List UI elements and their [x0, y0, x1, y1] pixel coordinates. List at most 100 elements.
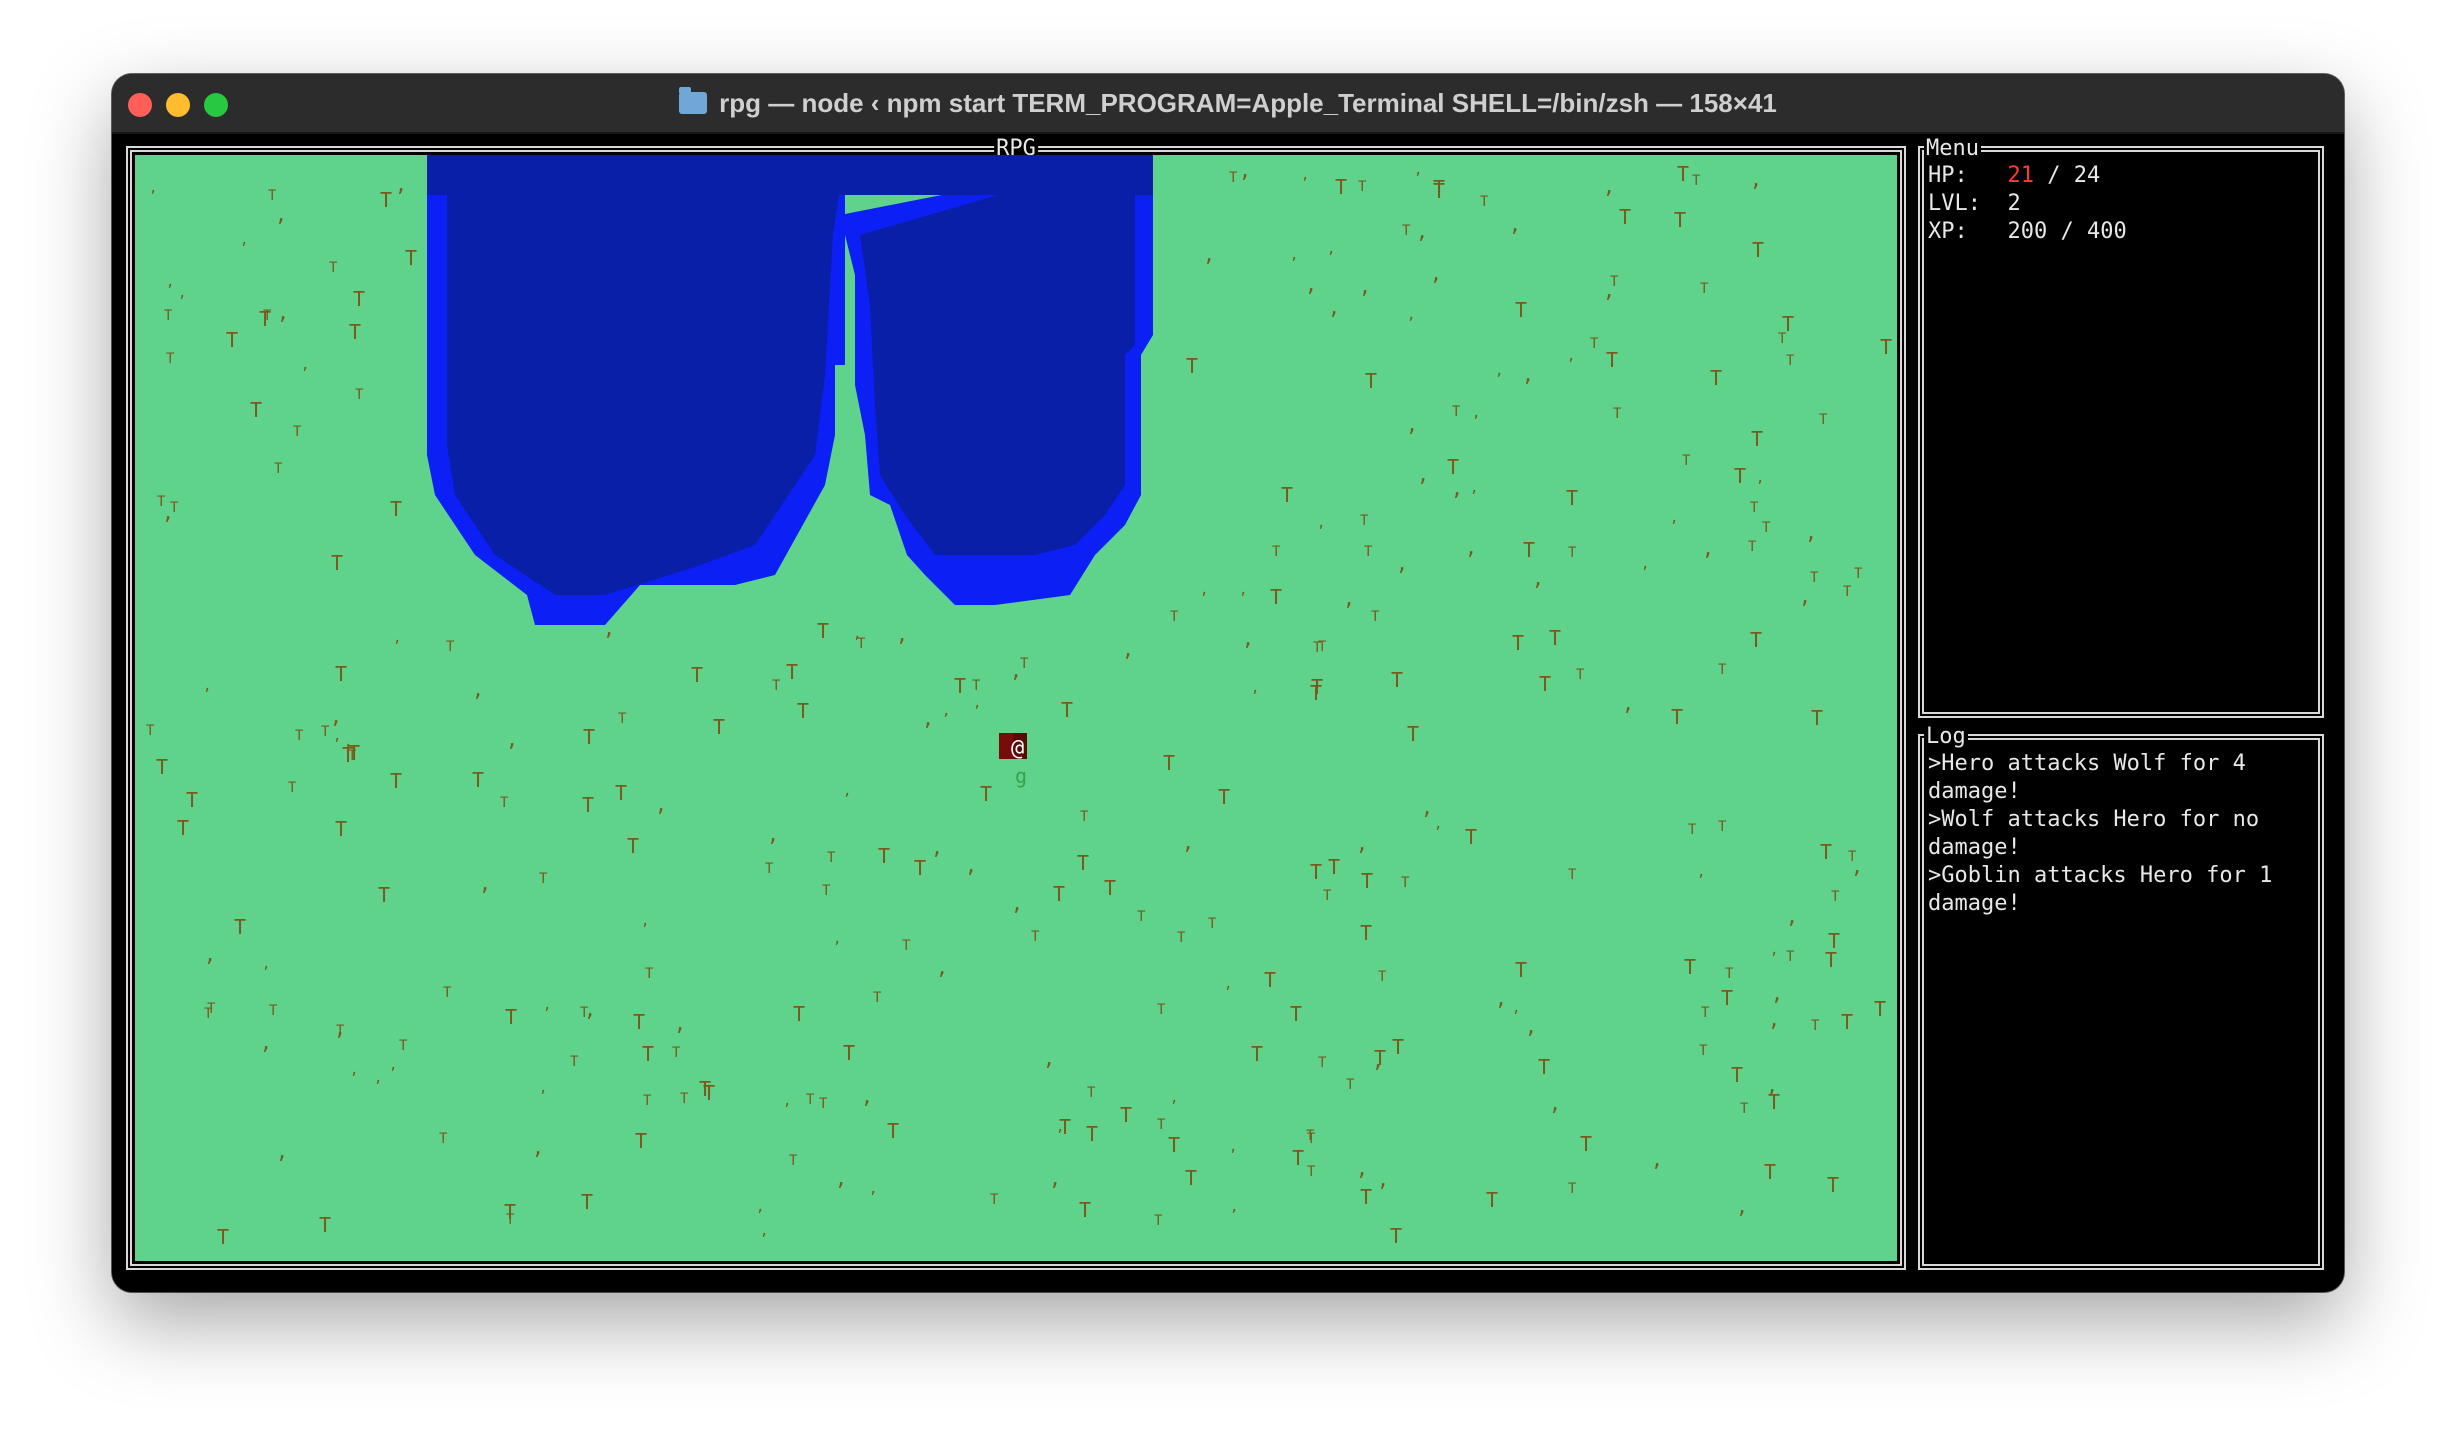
tree-glyph: T: [1811, 1018, 1820, 1034]
tree-glyph: ,: [262, 956, 270, 972]
game-map[interactable]: T T,, T T T, T T T,,,, T T, T T T T T T T T, T, T T, T T, T, T T T…: [135, 155, 1897, 1261]
tree-glyph: T: [288, 780, 297, 796]
tree-glyph: ,: [896, 622, 908, 646]
tree-glyph: T: [380, 188, 392, 212]
tree-glyph: ,: [584, 997, 596, 1021]
tree-glyph: T: [827, 850, 836, 866]
tree-glyph: ,: [1756, 470, 1764, 486]
tree-glyph: ,: [931, 835, 943, 859]
tree-glyph: ,: [1697, 864, 1705, 880]
tree-glyph: T: [443, 985, 452, 1001]
log-panel: Log >Hero attacks Wolf for 4 damage! >Wo…: [1918, 726, 2324, 1270]
tree-glyph: T: [1374, 1046, 1386, 1070]
log-line: >Wolf attacks Hero for no damage!: [1928, 807, 2260, 860]
xp-row: XP: 200 / 400: [1928, 218, 2127, 246]
tree-glyph: ,: [1417, 462, 1429, 486]
tree-glyph: ,: [1301, 167, 1309, 183]
tree-glyph: ,: [1343, 586, 1355, 610]
tree-glyph: T: [954, 674, 966, 698]
tree-glyph: T: [1566, 486, 1578, 510]
tree-glyph: T: [378, 883, 390, 907]
tree-glyph: T: [618, 711, 627, 727]
tree-glyph: ,: [1525, 1014, 1537, 1038]
tree-glyph: ,: [1122, 637, 1134, 661]
tree-glyph: ,: [1567, 348, 1575, 364]
tree-glyph: T: [1512, 631, 1524, 655]
lvl-row: LVL: 2: [1928, 190, 2127, 218]
tree-glyph: T: [633, 1010, 645, 1034]
tree-glyph: T: [581, 1190, 593, 1214]
tree-glyph: ,: [543, 997, 551, 1013]
tree-glyph: T: [1568, 545, 1577, 561]
tree-glyph: ,: [1770, 942, 1778, 958]
tree-glyph: T: [1328, 855, 1340, 879]
tree-glyph: T: [1764, 1160, 1776, 1184]
tree-glyph: T: [1523, 538, 1535, 562]
tree-glyph: T: [1810, 570, 1819, 586]
tree-glyph: ,: [1328, 295, 1340, 319]
tree-glyph: T: [1750, 500, 1759, 516]
tree-glyph: T: [293, 424, 302, 440]
tree-glyph: T: [1378, 969, 1387, 985]
tree-glyph: T: [1786, 949, 1795, 965]
tree-glyph: ,: [393, 630, 401, 646]
tree-glyph: T: [819, 1096, 828, 1112]
tree-glyph: ,: [965, 853, 977, 877]
water-top: [427, 155, 1153, 195]
tree-glyph: T: [295, 728, 304, 744]
tree-glyph: ,: [1043, 1046, 1055, 1070]
hp-row: HP: 21 / 24: [1928, 162, 2127, 190]
tree-glyph: T: [1185, 1166, 1197, 1190]
tree-glyph: T: [335, 662, 347, 686]
tree-glyph: T: [583, 725, 595, 749]
tree-glyph: ,: [472, 677, 484, 701]
tree-glyph: T: [980, 782, 992, 806]
tree-glyph: T: [1538, 1055, 1550, 1079]
tree-glyph: T: [390, 769, 402, 793]
lvl-value: 2: [2007, 191, 2021, 216]
tree-glyph: T: [817, 619, 829, 643]
tree-glyph: ,: [922, 706, 934, 730]
tree-glyph: T: [1407, 722, 1419, 746]
tree-glyph: T: [1748, 539, 1757, 555]
tree-glyph: T: [1549, 626, 1561, 650]
tree-glyph: T: [1371, 609, 1380, 625]
tree-glyph: ,: [1532, 566, 1544, 590]
tree-glyph: T: [1718, 819, 1727, 835]
tree-glyph: ,: [1049, 1166, 1061, 1190]
tree-glyph: ,: [674, 1011, 686, 1035]
tree-glyph: ,: [1495, 363, 1503, 379]
tree-glyph: ,: [1229, 1139, 1237, 1155]
tree-glyph: ,: [1622, 691, 1634, 715]
folder-icon: [679, 87, 708, 114]
tree-glyph: T: [1721, 986, 1733, 1010]
tree-glyph: ,: [1434, 816, 1442, 832]
tree-glyph: T: [1486, 1188, 1498, 1212]
tree-glyph: ,: [1786, 904, 1798, 928]
tree-glyph: ,: [1771, 981, 1783, 1005]
tree-glyph: ,: [1451, 476, 1463, 500]
menu-panel: Menu HP: 21 / 24 LVL: 2 XP: 200 / 400: [1918, 138, 2324, 718]
tree-glyph: ,: [275, 202, 287, 226]
tree-glyph: T: [582, 793, 594, 817]
tree-glyph: T: [822, 883, 831, 899]
log-lines: >Hero attacks Wolf for 4 damage! >Wolf a…: [1928, 750, 2312, 918]
tree-glyph: ,: [334, 1016, 346, 1040]
tree-glyph: T: [1229, 170, 1238, 186]
tree-glyph: T: [1734, 464, 1746, 488]
tree-glyph: T: [1310, 860, 1322, 884]
tree-glyph: T: [1515, 958, 1527, 982]
tree-glyph: T: [1452, 404, 1461, 420]
tree-glyph: ,: [767, 822, 779, 846]
tree-glyph: ,: [1182, 830, 1194, 854]
tree-glyph: ,: [1224, 976, 1232, 992]
tree-glyph: T: [1684, 955, 1696, 979]
tree-glyph: T: [1163, 751, 1175, 775]
tree-glyph: T: [914, 856, 926, 880]
tree-glyph: T: [1077, 851, 1089, 875]
tree-glyph: T: [1619, 205, 1631, 229]
tree-glyph: ,: [1495, 986, 1507, 1010]
tree-glyph: T: [1731, 1063, 1743, 1087]
tree-glyph: ,: [1799, 584, 1811, 608]
tree-glyph: T: [1031, 929, 1040, 945]
